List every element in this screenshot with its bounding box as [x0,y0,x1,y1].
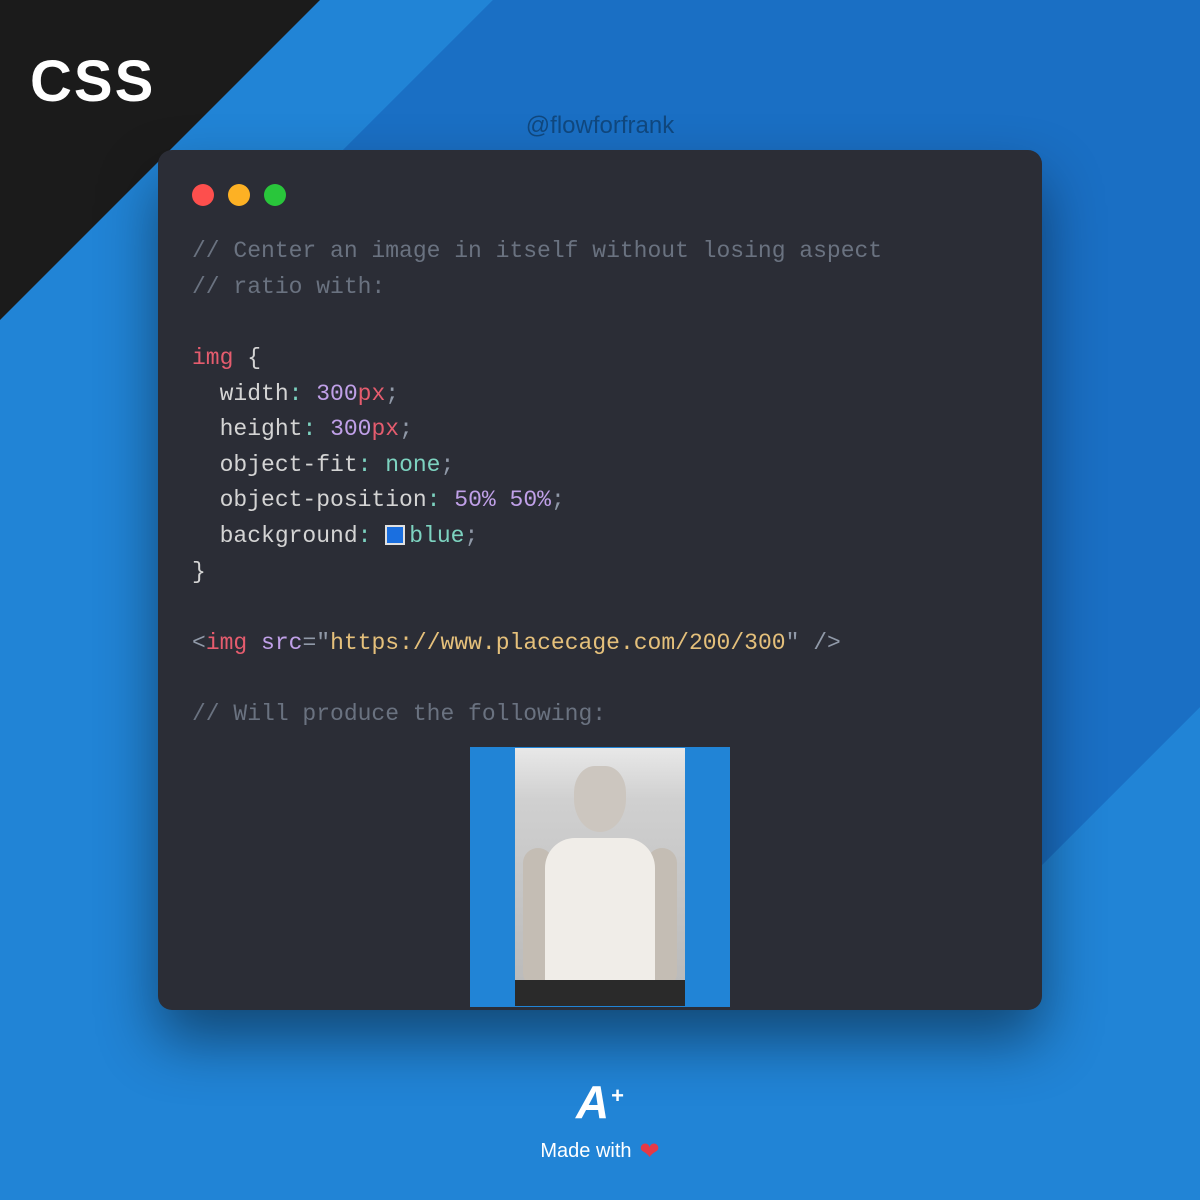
code-unit: px [358,381,386,407]
window-controls [192,184,1008,206]
logo-letter: A [576,1075,607,1129]
code-comment: // Center an image in itself without los… [192,238,882,264]
code-comment: // Will produce the following: [192,701,606,727]
heart-icon: ❤ [640,1137,660,1166]
minimize-icon[interactable] [228,184,250,206]
code-string: https://www.placecage.com/200/300 [330,630,785,656]
made-with-label: Made with [540,1140,631,1163]
code-unit: px [371,416,399,442]
made-with-text: Made with ❤ [540,1137,659,1166]
css-badge: CSS [30,48,155,115]
code-window: // Center an image in itself without los… [158,150,1042,1010]
code-value: 300 [316,381,357,407]
maximize-icon[interactable] [264,184,286,206]
close-icon[interactable] [192,184,214,206]
code-property: height [220,416,303,442]
logo-plus-icon: + [611,1083,624,1109]
author-handle: @flowforfrank [526,112,674,140]
code-value: 300 [330,416,371,442]
code-property: width [220,381,289,407]
code-comment: // ratio with: [192,274,385,300]
code-attr: src [261,630,302,656]
color-swatch-icon [385,525,405,545]
code-property: object-fit [220,452,358,478]
output-preview [192,747,1008,1007]
code-value: none [385,452,440,478]
code-value: 50% [454,487,495,513]
code-value: blue [409,523,464,549]
logo: A + [540,1075,659,1129]
footer: A + Made with ❤ [540,1075,659,1166]
code-block: // Center an image in itself without los… [192,234,1008,733]
code-property: background [220,523,358,549]
code-selector: img [192,345,233,371]
output-frame [470,747,730,1007]
output-image [515,748,685,1006]
code-value: 50% [510,487,551,513]
code-property: object-position [220,487,427,513]
code-tag: img [206,630,247,656]
